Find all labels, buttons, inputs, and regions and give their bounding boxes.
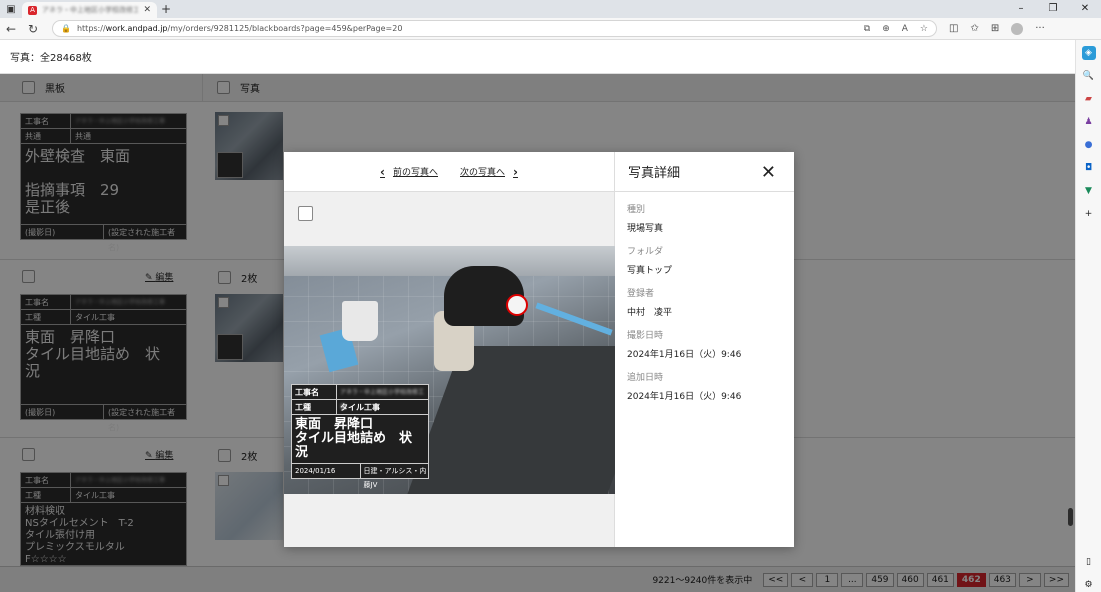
app-available-icon[interactable]: ⧉ [864, 24, 870, 34]
photo-details-panel: 写真詳細 ✕ 種別 現場写真 フォルダ 写真トップ 登録者 中村 凌平 撮影日時 202… [615, 152, 794, 547]
close-icon[interactable]: ✕ [761, 162, 776, 183]
browser-tab[interactable]: A アネラ・中上地区小学校改修工事 ✕ [22, 2, 157, 18]
photo-blackboard: 工事名 アネラ・中上地区小学校改修工事 工種 タイル工事 東面 昇降口 タイル目地詰… [291, 384, 429, 489]
address-bar-row: ← ↻ 🔒 https://work.andpad.jp/my/orders/9… [0, 18, 1101, 40]
collections-icon[interactable]: ⊞ [991, 23, 999, 34]
back-icon[interactable]: ← [0, 22, 22, 36]
copilot-icon[interactable]: ◈ [1081, 46, 1096, 60]
outlook-icon[interactable]: ◘ [1082, 161, 1096, 175]
photo-navigation: ‹ 前の写真へ 次の写真へ › [284, 152, 614, 192]
new-tab-icon[interactable]: + [157, 2, 175, 16]
photo-select-checkbox[interactable] [298, 206, 313, 221]
detail-registrant: 登録者 中村 凌平 [627, 289, 673, 318]
photo-blackboard-text: 東面 昇降口 タイル目地詰め 状 況 [292, 415, 428, 464]
chevron-left-icon: ‹ [380, 164, 385, 179]
photo-viewer: ‹ 前の写真へ 次の写真へ › 工事名 アネラ・中上地区小学校改修工事 工種 タイル工事… [284, 152, 615, 547]
sidebar-search-icon[interactable]: 🔍 [1082, 69, 1096, 83]
chevron-right-icon: › [513, 164, 518, 179]
next-photo-link[interactable]: 次の写真へ › [460, 165, 518, 179]
detail-folder: フォルダ 写真トップ [627, 247, 673, 276]
url-field[interactable]: 🔒 https://work.andpad.jp/my/orders/92811… [52, 20, 937, 37]
detail-taken-at: 撮影日時 2024年1月16日（火）9:46 [627, 331, 742, 360]
restore-icon[interactable]: ❐ [1037, 0, 1069, 18]
detail-type: 種別 現場写真 [627, 205, 664, 234]
browser-tab-bar: ▣ A アネラ・中上地区小学校改修工事 ✕ + – ❐ ✕ [0, 0, 1101, 18]
favorites-icon[interactable]: ✩ [970, 23, 978, 34]
site-photo[interactable]: 工事名 アネラ・中上地区小学校改修工事 工種 タイル工事 東面 昇降口 タイル目地詰… [284, 246, 615, 494]
window-controls: – ❐ ✕ [1005, 0, 1101, 18]
sidebar-settings-icon[interactable]: ⚙ [1082, 578, 1096, 592]
prev-photo-link[interactable]: ‹ 前の写真へ [380, 165, 438, 179]
drop-icon[interactable]: ▼ [1082, 184, 1096, 198]
andpad-favicon-icon: A [28, 5, 37, 15]
tab-close-icon[interactable]: ✕ [143, 5, 151, 15]
lock-icon[interactable]: 🔒 [61, 24, 71, 33]
sidebar-add-icon[interactable]: + [1082, 207, 1096, 221]
photo-total-header: 写真：全28468枚 [0, 40, 1075, 74]
sidebar-layout-icon[interactable]: ▯ [1082, 555, 1096, 569]
window-close-icon[interactable]: ✕ [1069, 0, 1101, 18]
url-text: https://work.andpad.jp/my/orders/9281125… [76, 24, 403, 33]
tab-actions-icon[interactable]: ▣ [0, 0, 22, 18]
refresh-icon[interactable]: ↻ [22, 22, 44, 36]
favorite-star-icon[interactable]: ☆ [920, 24, 928, 34]
shopping-icon[interactable]: ▰ [1082, 92, 1096, 106]
tab-title: アネラ・中上地区小学校改修工事 [42, 6, 139, 14]
zoom-icon[interactable]: ⊕ [882, 24, 890, 34]
edge-sidebar: ◈ 🔍 ▰ ♟ ● ◘ ▼ + ▯ ⚙ [1075, 40, 1101, 592]
profile-avatar[interactable] [1011, 22, 1024, 35]
detail-added-at: 追加日時 2024年1月16日（火）9:46 [627, 373, 742, 402]
more-options-icon[interactable]: ··· [1035, 23, 1045, 34]
read-aloud-icon[interactable]: A [902, 24, 908, 34]
minimize-icon[interactable]: – [1005, 0, 1037, 18]
split-screen-icon[interactable]: ◫ [949, 23, 958, 34]
tools-icon[interactable]: ♟ [1082, 115, 1096, 129]
games-icon[interactable]: ● [1082, 138, 1096, 152]
photo-detail-modal: ‹ 前の写真へ 次の写真へ › 工事名 アネラ・中上地区小学校改修工事 工種 タイル工事… [284, 152, 794, 547]
